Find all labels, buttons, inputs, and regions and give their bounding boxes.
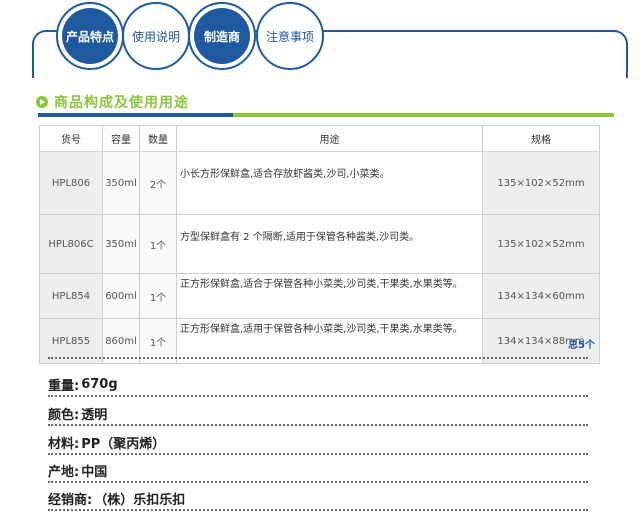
section-title: 商品构成及使用用途 — [54, 95, 189, 111]
header-capacity: 容量 — [102, 125, 140, 152]
info-key: 产地: — [48, 464, 80, 480]
header-use: 用途 — [176, 125, 483, 152]
cell-quantity: 1个 — [139, 214, 177, 274]
info-value: 中国 — [81, 464, 108, 480]
tab-label: 制造商 — [194, 8, 250, 64]
cell-use: 正方形保鲜盒,适合于保管各种小菜类,沙司类,干果类,水果类等。 — [176, 273, 483, 319]
cell-code: HPL806 — [39, 151, 103, 215]
header-quantity: 数量 — [139, 125, 177, 152]
tab-product-features[interactable]: 产品特点 — [56, 2, 124, 70]
total-count: 总5个 — [568, 340, 595, 351]
cell-code: HPL806C — [39, 214, 103, 274]
info-origin: 产地: 中国 — [48, 459, 588, 483]
cell-capacity: 350ml — [102, 151, 140, 215]
info-value: 透明 — [81, 407, 108, 423]
tab-label: 产品特点 — [62, 8, 118, 64]
header-code: 货号 — [39, 125, 103, 152]
tab-instructions[interactable]: 使用说明 — [122, 2, 190, 70]
section-heading: 商品构成及使用用途 — [36, 92, 189, 112]
tab-label: 注意事项 — [265, 29, 314, 44]
info-material: 材料: PP（聚丙烯） — [48, 431, 588, 455]
cell-use: 小长方形保鲜盒,适合存放虾酱类,沙司,小菜类。 — [176, 151, 483, 215]
info-key: 重量: — [48, 378, 80, 394]
info-key: 经销商: — [48, 492, 93, 508]
section-divider-green — [233, 113, 614, 117]
cell-size: 135×102×52mm — [482, 214, 600, 274]
tab-label: 使用说明 — [131, 29, 180, 44]
cell-code: HPL854 — [39, 273, 103, 319]
cell-capacity: 600ml — [102, 273, 140, 319]
arrow-bullet-icon — [36, 96, 48, 108]
tab-manufacturer[interactable]: 制造商 — [188, 2, 256, 70]
info-distributor: 经销商: （株）乐扣乐扣 — [48, 487, 588, 511]
info-value: PP（聚丙烯） — [81, 436, 166, 452]
cell-quantity: 2个 — [139, 151, 177, 215]
cell-size: 135×102×52mm — [482, 151, 600, 215]
info-key: 颜色: — [48, 407, 80, 423]
cell-use: 方型保鲜盒有 2 个隔断,适用于保管各种酱类,沙司类。 — [176, 214, 483, 274]
tab-precautions[interactable]: 注意事项 — [256, 2, 324, 70]
table-row: HPL854 600ml 1个 正方形保鲜盒,适合于保管各种小菜类,沙司类,干果… — [39, 273, 600, 319]
info-value: 670g — [81, 376, 118, 392]
cell-capacity: 350ml — [102, 214, 140, 274]
info-value: （株）乐扣乐扣 — [94, 492, 186, 508]
info-weight: 重量: 670g — [48, 373, 588, 397]
info-color: 颜色: 透明 — [48, 402, 588, 426]
cell-size: 134×134×60mm — [482, 273, 600, 319]
table-header-row: 货号 容量 数量 用途 规格 — [39, 125, 600, 152]
header-size: 规格 — [482, 125, 600, 152]
section-divider-blue — [38, 113, 233, 117]
cell-quantity: 1个 — [139, 273, 177, 319]
product-spec-table: 货号 容量 数量 用途 规格 HPL806 350ml 2个 小长方形保鲜盒,适… — [39, 125, 600, 364]
table-row: HPL806 350ml 2个 小长方形保鲜盒,适合存放虾酱类,沙司,小菜类。 … — [39, 151, 600, 215]
info-key: 材料: — [48, 436, 80, 452]
divider-dotted — [48, 357, 588, 359]
table-row: HPL806C 350ml 1个 方型保鲜盒有 2 个隔断,适用于保管各种酱类,… — [39, 214, 600, 274]
